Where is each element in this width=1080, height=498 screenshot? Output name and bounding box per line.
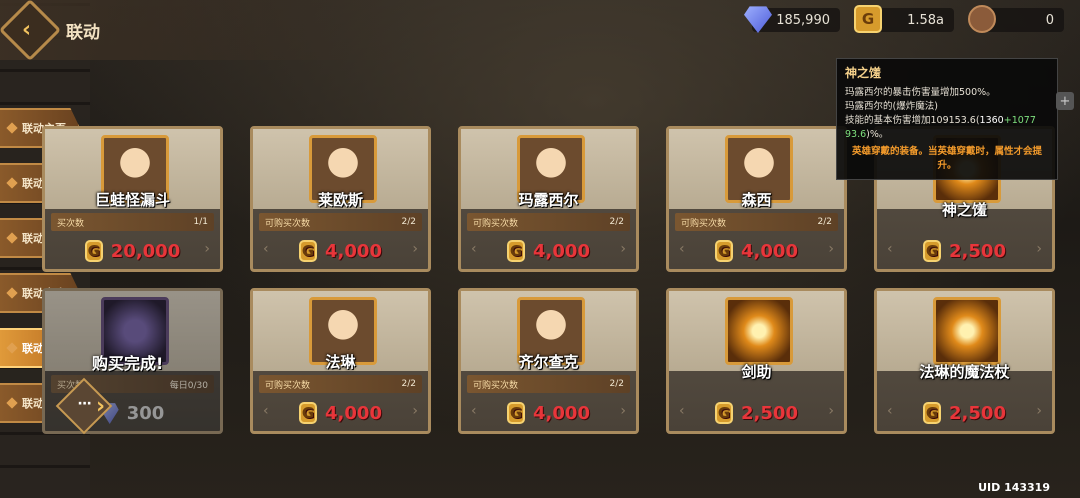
user-id: UID 143319 bbox=[978, 481, 1050, 494]
sold-out-label: 购买完成! bbox=[92, 354, 164, 373]
diamond-bullet-icon bbox=[6, 122, 18, 134]
item-price[interactable]: G 4,000 bbox=[669, 233, 844, 269]
coin-icon: G bbox=[923, 402, 942, 424]
item-price[interactable]: G 4,000 bbox=[253, 395, 428, 431]
purchase-limit: 可购买次数 2/2 bbox=[467, 213, 630, 231]
shop-item-card[interactable]: 玛露西尔 可购买次数 2/2 G 4,000 ‹ › bbox=[458, 126, 639, 272]
bear-currency[interactable]: 0 bbox=[968, 5, 1064, 33]
item-price[interactable]: G 4,000 bbox=[253, 233, 428, 269]
tooltip-line: 技能的基本伤害增加109153.6(1360+1077 bbox=[845, 114, 1036, 126]
shop-item-card[interactable]: 齐尔查克 可购买次数 2/2 G 4,000 ‹ › bbox=[458, 288, 639, 434]
chevron-right-icon: › bbox=[620, 241, 626, 257]
item-name: 法琳的魔法杖 bbox=[919, 363, 1010, 381]
diamond-bullet-icon bbox=[6, 342, 18, 354]
chevron-left-icon: ‹ bbox=[263, 241, 269, 257]
chevron-left-icon: ‹ bbox=[887, 403, 893, 419]
chevron-left-icon: ‹ bbox=[471, 403, 477, 419]
shop-item-card[interactable]: 森西 可购买次数 2/2 G 4,000 ‹ › bbox=[666, 126, 847, 272]
tooltip-title: 神之馐 bbox=[845, 66, 882, 80]
coin-icon: G bbox=[507, 402, 526, 424]
coin-currency[interactable]: G 1.58a bbox=[854, 5, 954, 33]
chevron-right-icon: › bbox=[828, 241, 834, 257]
diamond-bullet-icon bbox=[6, 232, 18, 244]
item-price[interactable]: G 2,500 bbox=[669, 395, 844, 431]
item-name: 莱欧斯 bbox=[317, 191, 363, 209]
item-name: 巨蛙怪漏斗 bbox=[94, 191, 170, 209]
item-price[interactable]: G 4,000 bbox=[461, 233, 636, 269]
item-price[interactable]: G 20,000 bbox=[45, 233, 220, 269]
chevron-left-icon: ‹ bbox=[21, 17, 32, 43]
shop-item-card[interactable]: 巨蛙怪漏斗 买次数 1/1 G 20,000 › bbox=[42, 126, 223, 272]
plus-icon[interactable]: + bbox=[1056, 92, 1074, 110]
item-price[interactable]: G 4,000 bbox=[461, 395, 636, 431]
shop-item-card[interactable]: 法琳的魔法杖 G 2,500 ‹ › bbox=[874, 288, 1055, 434]
item-name: 森西 bbox=[741, 191, 772, 209]
chevron-right-icon: › bbox=[1036, 241, 1042, 257]
chevron-right-icon: › bbox=[828, 403, 834, 419]
chevron-right-icon: › bbox=[620, 403, 626, 419]
purchase-limit: 可购买次数 2/2 bbox=[259, 213, 422, 231]
coin-icon: G bbox=[299, 402, 318, 424]
coin-icon: G bbox=[854, 5, 882, 33]
staff-icon bbox=[933, 297, 1001, 365]
chevron-right-icon: › bbox=[412, 403, 418, 419]
diamond-bullet-icon bbox=[6, 397, 18, 409]
chat-bubble-icon: ⋯ bbox=[77, 395, 92, 412]
page-title: 联动 bbox=[66, 23, 100, 42]
chevron-left-icon: ‹ bbox=[679, 241, 685, 257]
shop-item-card[interactable]: 剑助 G 2,500 ‹ › bbox=[666, 288, 847, 434]
coin-icon: G bbox=[923, 240, 942, 262]
chevron-right-icon: › bbox=[412, 241, 418, 257]
item-price[interactable]: G 2,500 bbox=[877, 233, 1052, 269]
coin-icon: G bbox=[299, 240, 318, 262]
chevron-left-icon: ‹ bbox=[679, 403, 685, 419]
header-bar: ‹ 联动 bbox=[0, 0, 420, 62]
purchase-limit: 买次数 1/1 bbox=[51, 213, 214, 231]
purchase-limit: 可购买次数 2/2 bbox=[259, 375, 422, 393]
chevron-right-icon[interactable]: › bbox=[96, 394, 105, 419]
diamond-bullet-icon bbox=[6, 287, 18, 299]
item-name: 神之馐 bbox=[941, 201, 987, 219]
chevron-left-icon: ‹ bbox=[263, 403, 269, 419]
item-tooltip: 神之馐 玛露西尔的暴击伤害量增加500%。 玛露西尔的(爆炸魔法) 技能的基本伤… bbox=[836, 58, 1058, 180]
sword-icon bbox=[725, 297, 793, 365]
item-name: 玛露西尔 bbox=[518, 191, 579, 209]
tooltip-line: 93.6)%。 bbox=[845, 128, 889, 140]
purchase-limit: 可购买次数 2/2 bbox=[467, 375, 630, 393]
item-name: 法琳 bbox=[325, 353, 356, 371]
chevron-right-icon: › bbox=[204, 241, 210, 257]
bear-icon bbox=[968, 5, 996, 33]
item-price[interactable]: G 2,500 bbox=[877, 395, 1052, 431]
purchase-limit: 可购买次数 2/2 bbox=[675, 213, 838, 231]
back-button[interactable]: ‹ bbox=[0, 0, 62, 62]
shop-item-card[interactable]: 莱欧斯 可购买次数 2/2 G 4,000 ‹ › bbox=[250, 126, 431, 272]
tooltip-line: 玛露西尔的(爆炸魔法) bbox=[845, 101, 938, 113]
coin-icon: G bbox=[715, 402, 734, 424]
chevron-left-icon: ‹ bbox=[471, 241, 477, 257]
item-name: 剑助 bbox=[741, 363, 772, 381]
tooltip-warning: 英雄穿戴的装备。当英雄穿戴时，属性才会提升。 bbox=[851, 146, 1042, 172]
gem-currency[interactable]: 185,990 bbox=[744, 6, 840, 33]
chevron-right-icon: › bbox=[1036, 403, 1042, 419]
coin-icon: G bbox=[84, 240, 103, 262]
chevron-left-icon: ‹ bbox=[887, 241, 893, 257]
tooltip-line: 玛露西尔的暴击伤害量增加500%。 bbox=[845, 87, 996, 99]
coin-icon: G bbox=[507, 240, 526, 262]
coin-icon: G bbox=[715, 240, 734, 262]
item-name: 齐尔查克 bbox=[518, 353, 579, 371]
shop-item-card[interactable]: 法琳 可购买次数 2/2 G 4,000 ‹ › bbox=[250, 288, 431, 434]
diamond-bullet-icon bbox=[6, 177, 18, 189]
